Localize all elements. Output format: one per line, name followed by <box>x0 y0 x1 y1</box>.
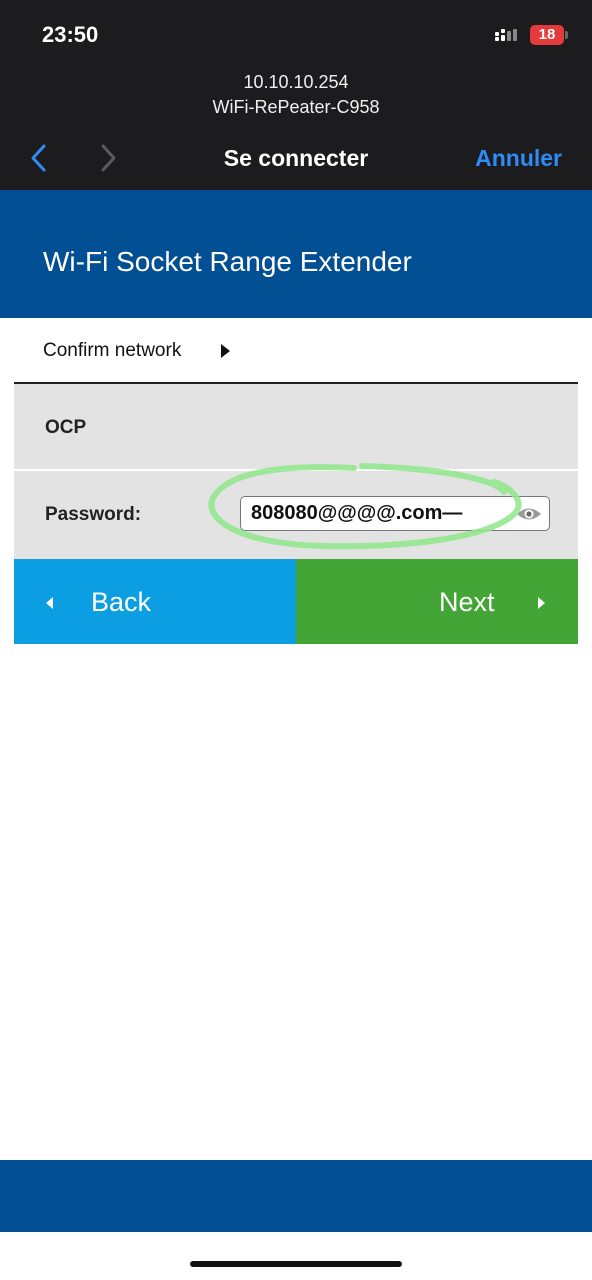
app-footer <box>0 1160 592 1232</box>
app-title: Wi-Fi Socket Range Extender <box>43 246 412 277</box>
network-row: OCP <box>14 384 578 470</box>
caret-right-icon <box>538 597 545 609</box>
cancel-button[interactable]: Annuler <box>475 145 562 172</box>
back-button-label: Back <box>91 587 152 617</box>
page: 23:50 18 10.10.10.254 WiFi-RePeater-C958… <box>0 0 592 1280</box>
home-indicator[interactable] <box>190 1261 402 1267</box>
caret-right-icon <box>221 344 230 358</box>
cellular-signal-icon <box>495 29 519 45</box>
caret-left-icon <box>46 597 53 609</box>
next-button[interactable]: Next <box>296 559 578 644</box>
highlight-annotation <box>208 463 522 550</box>
next-button-label: Next <box>439 587 495 617</box>
browser-top-bar: 23:50 18 10.10.10.254 WiFi-RePeater-C958… <box>0 0 592 190</box>
back-button[interactable]: Back <box>14 559 296 644</box>
confirm-network-label: Confirm network <box>43 340 182 361</box>
battery-icon: 18 <box>530 25 568 45</box>
status-time: 23:50 <box>42 22 99 47</box>
page-url: 10.10.10.254 <box>243 72 349 92</box>
confirm-network-row[interactable]: Confirm network <box>14 318 578 384</box>
network-name: OCP <box>45 417 87 438</box>
page-host-name: WiFi-RePeater-C958 <box>212 97 380 117</box>
password-label: Password: <box>45 504 142 525</box>
